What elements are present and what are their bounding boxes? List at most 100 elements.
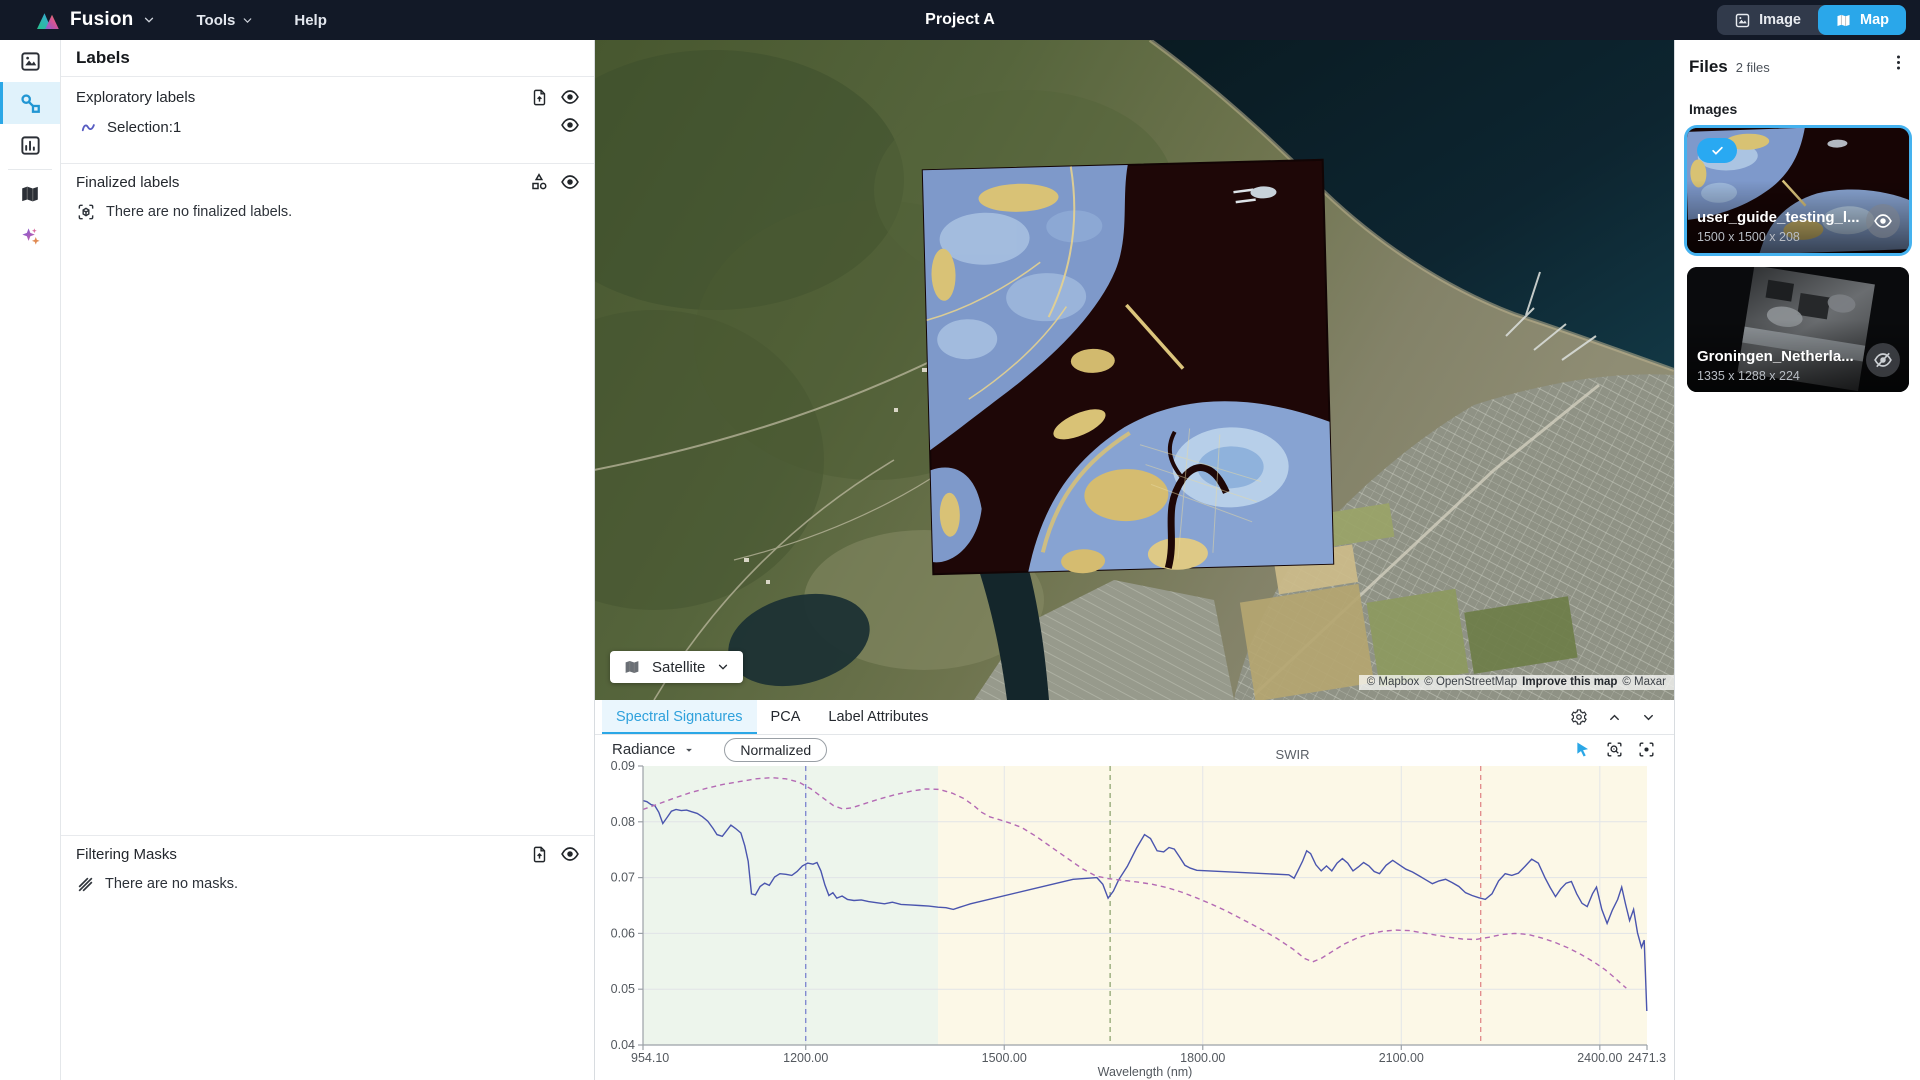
label-item-selection[interactable]: Selection:1: [60, 114, 551, 140]
x-tick-label: 2471.3: [1628, 1051, 1666, 1065]
image-dimensions: 1335 x 1288 x 224: [1697, 369, 1800, 383]
map-style-selector[interactable]: Satellite: [610, 651, 743, 683]
spectral-signatures-chart[interactable]: VNIRSWIR0.040.050.060.070.080.09954.1012…: [594, 740, 1674, 1080]
map-viewport[interactable]: Satellite © Mapbox © OpenStreetMap Impro…: [594, 40, 1674, 700]
image-view-button[interactable]: Image: [1717, 5, 1818, 35]
files-count: 2 files: [1736, 60, 1770, 75]
improve-map-link[interactable]: Improve this map: [1522, 676, 1617, 688]
toggle-exploratory-visibility-button[interactable]: [558, 85, 582, 109]
pointer-tool-button[interactable]: [1573, 740, 1592, 759]
tab-label-attributes[interactable]: Label Attributes: [814, 700, 942, 734]
eye-off-icon: [1873, 350, 1893, 370]
view-toggle: Image Map: [1717, 5, 1906, 35]
app-name: Fusion: [70, 9, 133, 31]
gear-icon: [1570, 708, 1588, 726]
image-dimensions: 1500 x 1500 x 208: [1697, 230, 1800, 244]
chevron-down-icon: [241, 14, 254, 27]
menu-help[interactable]: Help: [294, 12, 327, 29]
tab-spectral-signatures[interactable]: Spectral Signatures: [602, 700, 757, 734]
x-tick-label: 2400.00: [1577, 1051, 1622, 1065]
caret-down-icon: [682, 743, 696, 757]
rail-item-image-view[interactable]: [0, 40, 60, 82]
image-name: user_guide_testing_l...: [1697, 209, 1860, 226]
file-export-icon: [530, 845, 549, 864]
tab-pca[interactable]: PCA: [757, 700, 815, 734]
scan-object-icon: [76, 202, 96, 222]
selected-badge[interactable]: [1697, 138, 1737, 163]
eye-icon: [560, 115, 580, 135]
maxar-link[interactable]: © Maxar: [1622, 676, 1666, 688]
labels-panel: Labels Exploratory labels Selection:1 Fi…: [60, 40, 595, 1080]
finalized-categories-button[interactable]: [527, 170, 551, 194]
map-icon: [623, 658, 641, 676]
toggle-masks-visibility-button[interactable]: [558, 842, 582, 866]
osm-link[interactable]: © OpenStreetMap: [1424, 676, 1517, 688]
rail-item-statistics[interactable]: [0, 124, 60, 166]
y-tick-label: 0.08: [611, 815, 635, 829]
export-exploratory-button[interactable]: [527, 85, 551, 109]
top-bar: Fusion Tools Help Project A Image Map: [0, 0, 1920, 40]
eye-icon: [560, 844, 580, 864]
finalized-labels-section: Finalized labels There are no finalized …: [60, 163, 594, 225]
toggle-image-visibility-button[interactable]: [1866, 204, 1900, 238]
exploratory-labels-heading: Exploratory labels: [76, 89, 195, 106]
label-item-name: Selection:1: [107, 119, 181, 136]
map-style-value: Satellite: [652, 659, 705, 676]
chevron-down-icon: [1641, 710, 1656, 725]
x-axis-title: Wavelength (nm): [1098, 1065, 1193, 1079]
cursor-icon: [1573, 740, 1592, 759]
files-panel: Files 2 files Images user_guide_testing_…: [1674, 40, 1920, 1080]
toggle-selection-visibility-button[interactable]: [558, 113, 582, 137]
reset-extent-button[interactable]: [1637, 740, 1656, 759]
file-export-icon: [530, 88, 549, 107]
project-title: Project A: [0, 11, 1920, 29]
fusion-logo-icon: [34, 7, 61, 33]
mapbox-link[interactable]: © Mapbox: [1367, 676, 1420, 688]
menu-tools[interactable]: Tools: [196, 12, 254, 29]
map-view-button[interactable]: Map: [1818, 5, 1906, 35]
x-tick-label: 2100.00: [1379, 1051, 1424, 1065]
hyperspectral-overlay[interactable]: [923, 160, 1334, 577]
export-masks-button[interactable]: [527, 842, 551, 866]
files-menu-button[interactable]: [1889, 53, 1908, 72]
labels-panel-title: Labels: [60, 40, 594, 77]
normalized-toggle-button[interactable]: Normalized: [724, 738, 827, 762]
box-zoom-tool-button[interactable]: [1605, 740, 1624, 759]
rail-item-labeling[interactable]: [0, 82, 60, 124]
value-mode-dropdown[interactable]: Radiance: [612, 741, 696, 758]
x-tick-label: 1800.00: [1180, 1051, 1225, 1065]
y-tick-label: 0.05: [611, 982, 635, 996]
satellite-basemap[interactable]: [594, 40, 1674, 700]
app-menu[interactable]: Fusion: [34, 7, 156, 33]
toggle-finalized-visibility-button[interactable]: [558, 170, 582, 194]
zoom-box-icon: [1605, 740, 1624, 759]
analysis-panel: Spectral Signatures PCA Label Attributes…: [594, 700, 1674, 1080]
panel-collapse-button[interactable]: [1641, 710, 1656, 725]
image-card-2[interactable]: Groningen_Netherla... 1335 x 1288 x 224: [1687, 267, 1909, 392]
eye-icon: [1873, 211, 1893, 231]
rail-item-ai-assist[interactable]: [0, 215, 60, 257]
bar-chart-icon: [19, 134, 42, 157]
check-icon: [1710, 143, 1725, 158]
tool-rail: [0, 40, 61, 1080]
x-tick-label: 1500.00: [982, 1051, 1027, 1065]
exploratory-labels-section: Exploratory labels Selection:1: [60, 84, 594, 140]
filtering-masks-section: Filtering Masks There are no masks.: [60, 835, 594, 897]
panel-settings-button[interactable]: [1570, 708, 1588, 726]
image-icon: [1734, 12, 1751, 29]
toggle-image-visibility-button[interactable]: [1866, 343, 1900, 377]
rail-divider: [8, 169, 52, 170]
chevron-up-icon: [1607, 710, 1622, 725]
map-icon: [19, 183, 41, 205]
y-tick-label: 0.06: [611, 926, 635, 940]
rail-item-map[interactable]: [0, 173, 60, 215]
finalized-labels-heading: Finalized labels: [76, 174, 179, 191]
shapes-icon: [529, 172, 549, 192]
scribble-icon: [80, 118, 99, 137]
x-tick-label: 954.10: [631, 1051, 669, 1065]
image-card-1[interactable]: user_guide_testing_l... 1500 x 1500 x 20…: [1687, 128, 1909, 253]
hatch-mask-icon: [76, 875, 95, 894]
files-title: Files: [1689, 57, 1728, 77]
images-heading: Images: [1689, 101, 1906, 117]
panel-expand-button[interactable]: [1607, 710, 1622, 725]
